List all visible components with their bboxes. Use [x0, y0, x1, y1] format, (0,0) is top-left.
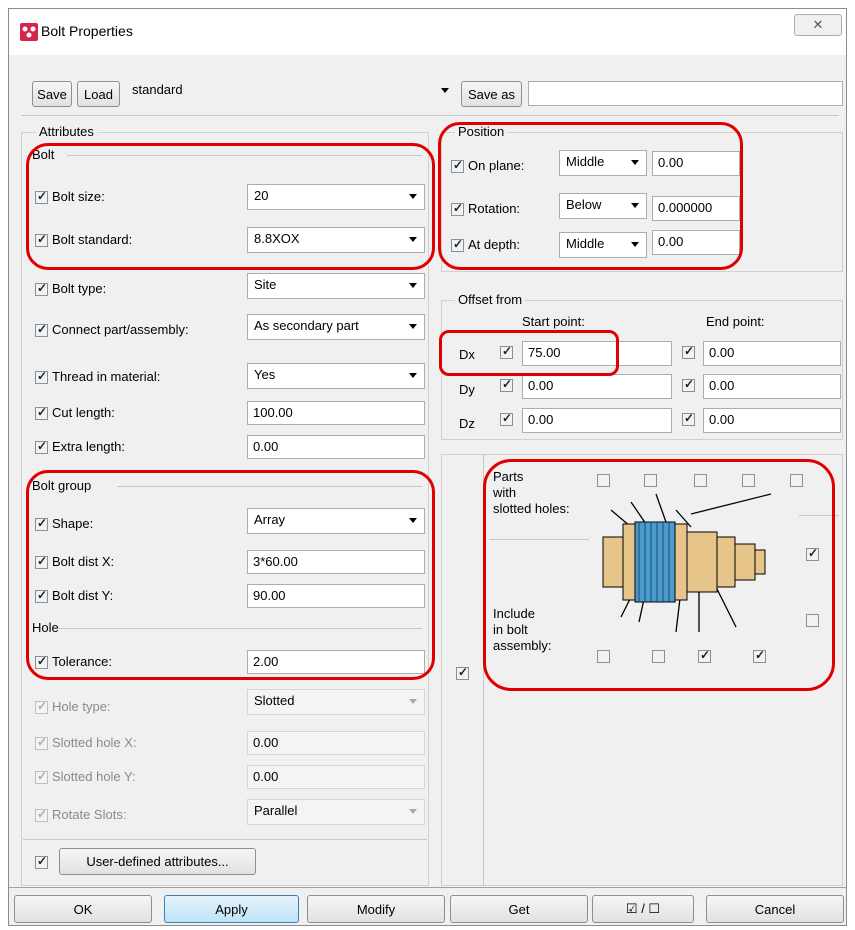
connect-checkbox[interactable] — [35, 322, 48, 337]
extra-length-input[interactable]: 0.00 — [247, 435, 425, 459]
dz-start-checkbox[interactable] — [500, 411, 513, 426]
modify-button[interactable]: Modify — [307, 895, 445, 923]
hole-type-label: Hole type: — [52, 699, 111, 714]
slotted-x-input[interactable]: 0.00 — [247, 731, 425, 755]
save-button[interactable]: Save — [32, 81, 72, 107]
dx-end-input[interactable]: 0.00 — [703, 341, 841, 366]
chevron-down-icon — [409, 809, 417, 814]
cut-length-input[interactable]: 100.00 — [247, 401, 425, 425]
highlight-dx — [439, 330, 619, 376]
chevron-down-icon — [409, 373, 417, 378]
slotted-y-input[interactable]: 0.00 — [247, 765, 425, 789]
dz-label: Dz — [459, 416, 475, 431]
dz-end-checkbox[interactable] — [682, 411, 695, 426]
divider — [9, 887, 846, 888]
attributes-heading: Attributes — [36, 124, 97, 139]
hole-type-select[interactable]: Slotted — [247, 689, 425, 715]
preset-select[interactable]: standard — [126, 79, 456, 105]
title-bar: Bolt Properties ✕ — [9, 9, 846, 55]
save-as-button[interactable]: Save as — [461, 81, 522, 107]
highlight-bolt — [26, 143, 435, 270]
thread-checkbox[interactable] — [35, 369, 48, 384]
end-point-label: End point: — [706, 314, 765, 329]
bolt-type-label: Bolt type: — [52, 281, 107, 296]
rotate-slots-select[interactable]: Parallel — [247, 799, 425, 825]
rotate-slots-value: Parallel — [254, 803, 298, 818]
cancel-button[interactable]: Cancel — [706, 895, 844, 923]
dz-start-input[interactable]: 0.00 — [522, 408, 672, 433]
extra-length-checkbox[interactable] — [35, 439, 48, 454]
start-point-label: Start point: — [522, 314, 585, 329]
connect-select[interactable]: As secondary part — [247, 314, 425, 340]
dy-start-checkbox[interactable] — [500, 377, 513, 392]
ok-button[interactable]: OK — [14, 895, 152, 923]
highlight-bolt-group — [26, 470, 435, 680]
cut-length-checkbox[interactable] — [35, 405, 48, 420]
chevron-down-icon — [409, 324, 417, 329]
slotted-y-checkbox[interactable] — [35, 769, 48, 784]
user-defined-attributes-button[interactable]: User-defined attributes... — [59, 848, 256, 875]
dy-end-checkbox[interactable] — [682, 377, 695, 392]
hole-type-value: Slotted — [254, 693, 295, 708]
toggle-all-button[interactable]: ☑ / ☐ — [592, 895, 694, 923]
cut-length-label: Cut length: — [52, 405, 115, 420]
hole-type-checkbox[interactable] — [35, 699, 48, 714]
dz-end-input[interactable]: 0.00 — [703, 408, 841, 433]
connect-value: As secondary part — [254, 318, 359, 333]
slotted-x-label: Slotted hole X: — [52, 735, 137, 750]
save-as-input[interactable] — [528, 81, 843, 106]
bolt-type-select[interactable]: Site — [247, 273, 425, 299]
dy-label: Dy — [459, 382, 475, 397]
chevron-down-icon — [409, 699, 417, 704]
divider — [23, 839, 427, 840]
dy-end-input[interactable]: 0.00 — [703, 374, 841, 399]
bolt-type-checkbox[interactable] — [35, 281, 48, 296]
uda-checkbox[interactable] — [35, 854, 48, 869]
bolt-type-value: Site — [254, 277, 277, 292]
load-button[interactable]: Load — [77, 81, 120, 107]
assembly-all-checkbox[interactable] — [456, 665, 469, 680]
thread-label: Thread in material: — [52, 369, 161, 384]
dx-end-checkbox[interactable] — [682, 344, 695, 359]
extra-length-label: Extra length: — [52, 439, 125, 454]
window-title: Bolt Properties — [41, 23, 133, 39]
bolt-properties-dialog: Bolt Properties ✕ Save Load standard Sav… — [8, 8, 847, 926]
highlight-assembly — [483, 459, 835, 691]
divider — [21, 115, 839, 116]
rotate-slots-checkbox[interactable] — [35, 807, 48, 822]
app-icon — [20, 23, 38, 41]
thread-value: Yes — [254, 367, 276, 382]
close-icon[interactable]: ✕ — [794, 14, 842, 36]
offset-heading: Offset from — [455, 292, 526, 307]
connect-label: Connect part/assembly: — [52, 322, 189, 337]
slotted-x-checkbox[interactable] — [35, 735, 48, 750]
get-button[interactable]: Get — [450, 895, 588, 923]
thread-select[interactable]: Yes — [247, 363, 425, 389]
slotted-y-label: Slotted hole Y: — [52, 769, 136, 784]
chevron-down-icon — [441, 88, 449, 93]
apply-button[interactable]: Apply — [164, 895, 299, 923]
preset-value: standard — [132, 82, 183, 97]
chevron-down-icon — [409, 283, 417, 288]
highlight-position — [438, 122, 743, 270]
rotate-slots-label: Rotate Slots: — [52, 807, 127, 822]
dy-start-input[interactable]: 0.00 — [522, 374, 672, 399]
